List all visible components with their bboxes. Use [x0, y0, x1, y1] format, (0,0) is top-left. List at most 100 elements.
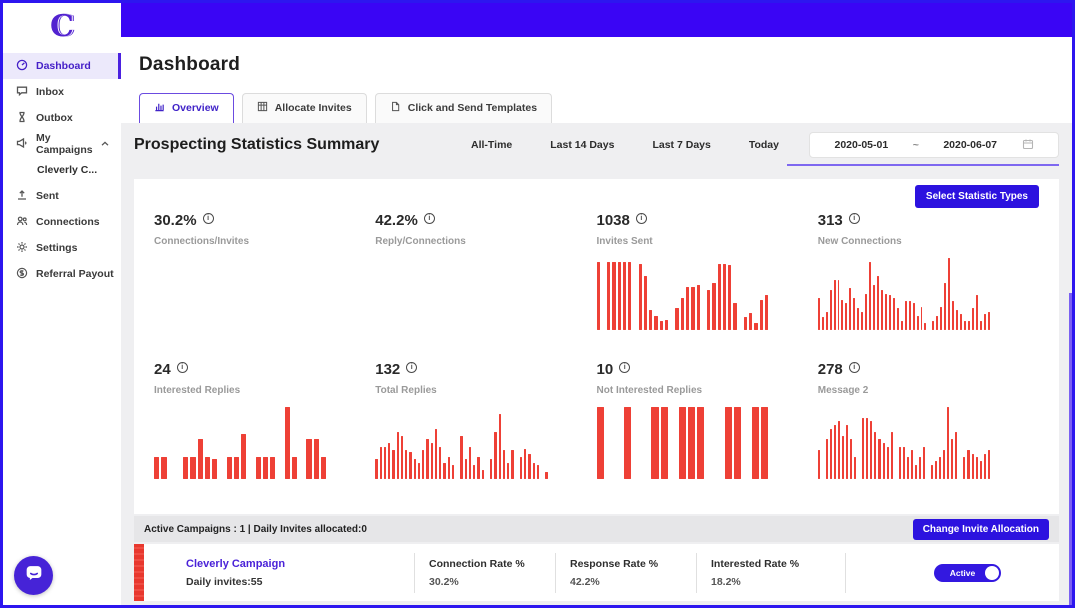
sidebar: C Dashboard Inbox Outbox My Campaigns Cl…	[3, 3, 121, 605]
stat-new-connections: 313 New Connections	[818, 208, 1039, 357]
dashboard-icon	[16, 59, 28, 74]
sidebar-item-label: Sent	[36, 190, 59, 202]
message-2-chart	[818, 407, 990, 479]
scrollbar[interactable]	[1069, 293, 1072, 605]
metric-label: Connection Rate %	[429, 558, 555, 570]
stat-label: Connections/Invites	[154, 236, 375, 247]
stat-label: New Connections	[818, 236, 1039, 247]
campaign-name-link[interactable]: Cleverly Campaign	[186, 558, 414, 570]
info-icon[interactable]	[203, 213, 214, 224]
chat-messenger-button[interactable]	[14, 556, 53, 595]
active-campaigns-summary: Active Campaigns : 1 | Daily Invites all…	[144, 524, 367, 535]
sidebar-item-referral-payout[interactable]: Referral Payout	[3, 261, 121, 287]
stat-message-2: 278 Message 2	[818, 357, 1039, 506]
campaign-active-toggle[interactable]: Active	[934, 564, 1001, 582]
campaign-row: Cleverly Campaign Daily invites:55 Conne…	[134, 544, 1059, 601]
filter-last-7-days[interactable]: Last 7 Days	[652, 139, 710, 151]
megaphone-icon	[16, 137, 28, 152]
stat-value: 313	[818, 212, 843, 229]
info-icon[interactable]	[849, 362, 860, 373]
tab-allocate-invites[interactable]: Allocate Invites	[242, 93, 367, 123]
tab-label: Allocate Invites	[275, 102, 352, 114]
sidebar-item-sent[interactable]: Sent	[3, 183, 121, 209]
statistics-section: Prospecting Statistics Summary All-Time …	[121, 123, 1072, 605]
campaign-daily-invites: Daily invites:55	[186, 576, 414, 588]
interested-replies-chart	[154, 407, 326, 479]
stat-label: Total Replies	[375, 385, 596, 396]
sidebar-item-dashboard[interactable]: Dashboard	[3, 53, 121, 79]
sidebar-item-label: Connections	[36, 216, 100, 228]
select-statistic-types-button[interactable]: Select Statistic Types	[915, 185, 1039, 208]
tab-overview[interactable]: Overview	[139, 93, 234, 123]
campaign-metric-interested-rate: Interested Rate % 18.2%	[696, 553, 846, 593]
metric-label: Response Rate %	[570, 558, 696, 570]
sidebar-item-my-campaigns[interactable]: My Campaigns	[3, 131, 121, 157]
date-range-picker[interactable]: 2020-05-01 ~ 2020-06-07	[809, 132, 1059, 158]
sidebar-item-label: Inbox	[36, 86, 64, 98]
app-window: C Dashboard Inbox Outbox My Campaigns Cl…	[0, 0, 1075, 608]
tab-bar: Overview Allocate Invites Click and Send…	[139, 93, 1072, 123]
stat-connections-invites: 30.2% Connections/Invites	[154, 208, 375, 357]
page-title: Dashboard	[139, 54, 1072, 76]
stats-card: Select Statistic Types 30.2% Connections…	[134, 179, 1059, 514]
cleverly-logo[interactable]: C	[3, 3, 121, 49]
campaign-metric-connection-rate: Connection Rate % 30.2%	[414, 553, 555, 593]
date-range-underline	[787, 164, 1059, 166]
sidebar-item-outbox[interactable]: Outbox	[3, 105, 121, 131]
stat-value: 30.2%	[154, 212, 197, 229]
time-filters: All-Time Last 14 Days Last 7 Days Today	[471, 139, 779, 151]
total-replies-chart	[375, 407, 547, 479]
main-content: Dashboard Overview Allocate Invites Clic…	[121, 37, 1072, 605]
sidebar-item-label: Dashboard	[36, 60, 91, 72]
info-icon[interactable]	[619, 362, 630, 373]
info-icon[interactable]	[636, 213, 647, 224]
stat-label: Reply/Connections	[375, 236, 596, 247]
tab-label: Overview	[172, 102, 219, 114]
filter-last-14-days[interactable]: Last 14 Days	[550, 139, 614, 151]
metric-label: Interested Rate %	[711, 558, 845, 570]
sidebar-item-settings[interactable]: Settings	[3, 235, 121, 261]
sidebar-item-label: My Campaigns	[36, 132, 93, 156]
stat-label: Not Interested Replies	[597, 385, 818, 396]
date-start[interactable]: 2020-05-01	[834, 139, 888, 151]
tab-label: Click and Send Templates	[408, 102, 537, 114]
not-interested-replies-chart	[597, 407, 769, 479]
stat-value: 10	[597, 361, 614, 378]
change-invite-allocation-button[interactable]: Change Invite Allocation	[913, 519, 1049, 540]
file-icon	[390, 101, 401, 115]
toggle-knob[interactable]	[985, 566, 999, 580]
stat-value: 1038	[597, 212, 630, 229]
sidebar-item-label: Referral Payout	[36, 268, 114, 280]
stat-value: 132	[375, 361, 400, 378]
stat-not-interested-replies: 10 Not Interested Replies	[597, 357, 818, 506]
new-connections-chart	[818, 258, 990, 330]
chevron-up-icon[interactable]	[101, 138, 109, 150]
stat-total-replies: 132 Total Replies	[375, 357, 596, 506]
info-icon[interactable]	[406, 362, 417, 373]
tab-click-and-send-templates[interactable]: Click and Send Templates	[375, 93, 552, 123]
invites-sent-chart	[597, 258, 769, 330]
date-end[interactable]: 2020-06-07	[943, 139, 997, 151]
metric-value: 18.2%	[711, 576, 845, 588]
filter-today[interactable]: Today	[749, 139, 779, 151]
grid-icon	[257, 101, 268, 115]
sidebar-item-inbox[interactable]: Inbox	[3, 79, 121, 105]
chat-bubble-icon	[23, 562, 45, 589]
stat-interested-replies: 24 Interested Replies	[154, 357, 375, 506]
filter-all-time[interactable]: All-Time	[471, 139, 512, 151]
calendar-icon[interactable]	[1022, 138, 1034, 153]
metric-value: 42.2%	[570, 576, 696, 588]
info-icon[interactable]	[424, 213, 435, 224]
campaign-metric-response-rate: Response Rate % 42.2%	[555, 553, 696, 593]
gear-icon	[16, 241, 28, 256]
stat-reply-connections: 42.2% Reply/Connections	[375, 208, 596, 357]
stat-label: Interested Replies	[154, 385, 375, 396]
stat-value: 24	[154, 361, 171, 378]
info-icon[interactable]	[177, 362, 188, 373]
stat-label: Message 2	[818, 385, 1039, 396]
sidebar-item-cleverly-campaign[interactable]: Cleverly C...	[3, 157, 121, 183]
sidebar-item-connections[interactable]: Connections	[3, 209, 121, 235]
info-icon[interactable]	[849, 213, 860, 224]
sidebar-item-label: Outbox	[36, 112, 73, 124]
stat-label: Invites Sent	[597, 236, 818, 247]
